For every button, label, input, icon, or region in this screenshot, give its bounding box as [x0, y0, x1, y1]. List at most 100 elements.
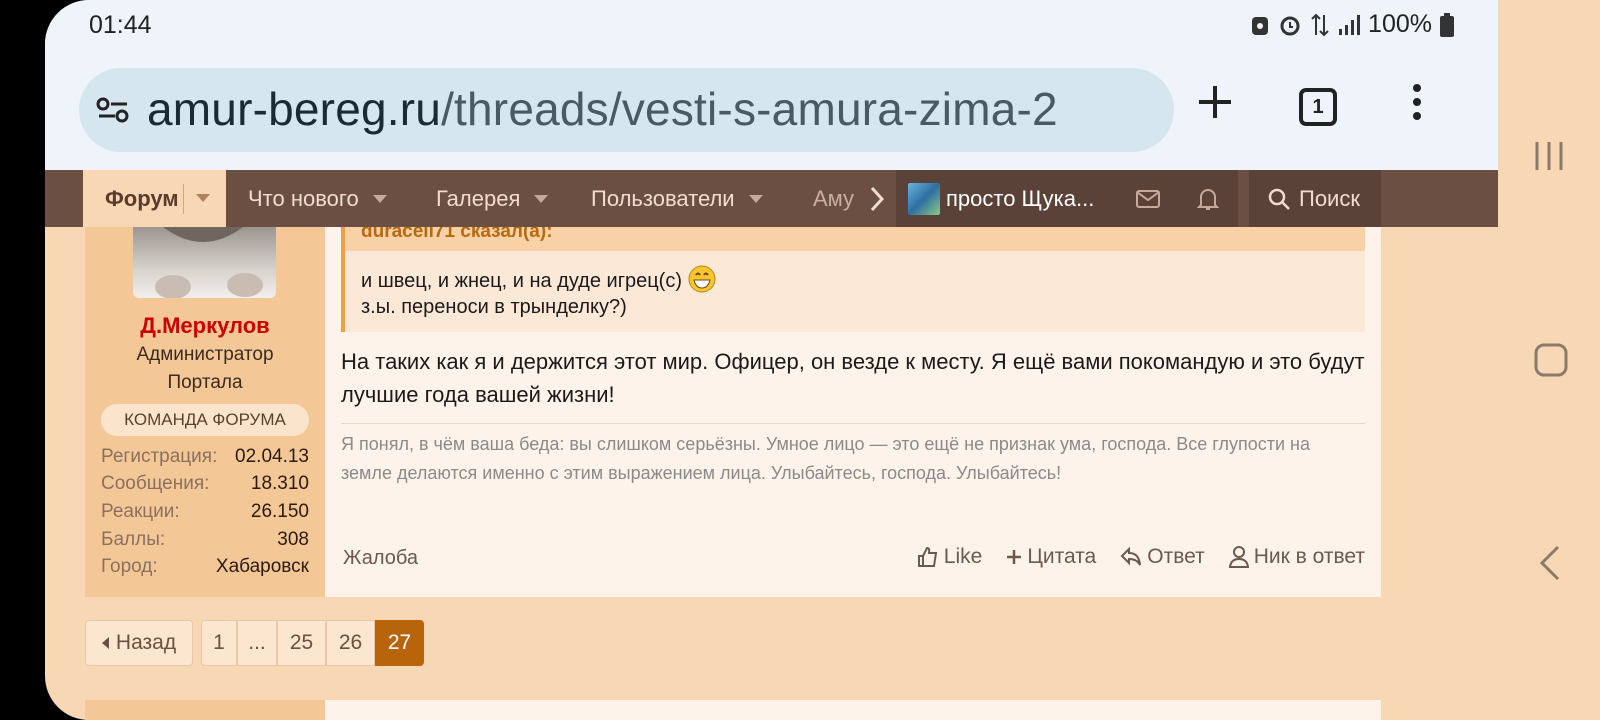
- nav-item-forum[interactable]: Форум: [83, 170, 226, 227]
- stat-row: Сообщения: 18.310: [101, 473, 309, 495]
- stat-value: 18.310: [250, 473, 309, 494]
- reply-label: Ответ: [1147, 545, 1205, 568]
- stat-row: Баллы: 308: [101, 529, 309, 551]
- stat-row: Реакции: 26.150: [101, 501, 309, 523]
- inbox-button[interactable]: [1118, 170, 1178, 227]
- post-user-panel: Д.Меркулов Администратор Портала КОМАНДА…: [85, 227, 325, 597]
- chevron-down-icon[interactable]: [196, 194, 210, 202]
- user-avatar: [908, 182, 940, 215]
- quote-line: и швец, и жнец, и на дуде игрец(с): [361, 265, 716, 293]
- lock-icon: [1252, 16, 1269, 35]
- like-button[interactable]: Like: [917, 545, 983, 569]
- pagination: Назад 1 ... 25 26 27: [85, 620, 424, 666]
- back-icon[interactable]: [1538, 545, 1562, 581]
- site-settings-icon[interactable]: [95, 94, 131, 126]
- stat-label: Город:: [101, 556, 158, 577]
- user-name: просто Щука...: [946, 185, 1095, 211]
- user-icon: [1228, 546, 1249, 568]
- quote-text: и швец, и жнец, и на дуде игрец(с): [361, 270, 683, 292]
- quote-line: з.ы. переноси в трынделку?): [361, 296, 627, 318]
- alarm-icon: [1280, 16, 1300, 35]
- search-label: Поиск: [1299, 185, 1360, 211]
- post-actions: Like Цитата Ответ Ник в ответ: [917, 545, 1365, 569]
- post-body: duracell71 сказал(а): и швец, и жнец, и …: [325, 227, 1381, 597]
- forum-navigation: Форум Что нового Галерея Пользователи Ам…: [45, 170, 1498, 227]
- user-menu[interactable]: просто Щука...: [896, 170, 1122, 227]
- thumbs-up-icon: [917, 546, 937, 567]
- reply-icon: [1120, 547, 1142, 566]
- chevron-down-icon[interactable]: [534, 194, 549, 203]
- battery-percent: 100%: [1368, 10, 1432, 38]
- prev-page-button[interactable]: Назад: [85, 620, 193, 666]
- nav-item-users[interactable]: Пользователи: [591, 170, 763, 227]
- nav-label: Аму: [813, 185, 855, 211]
- nav-label: Форум: [105, 185, 179, 211]
- next-post-user-panel: [85, 700, 325, 720]
- home-icon[interactable]: [1534, 343, 1568, 377]
- chevron-down-icon[interactable]: [748, 194, 763, 203]
- stat-value: Хабаровск: [215, 556, 309, 577]
- current-page[interactable]: 27: [375, 620, 424, 666]
- quote-block: duracell71 сказал(а): и швец, и жнец, и …: [341, 227, 1365, 332]
- caret-left-icon: [101, 637, 109, 649]
- status-bar: 01:44 100%: [45, 0, 1498, 52]
- system-navigation-bar: [1498, 0, 1600, 720]
- chevron-down-icon[interactable]: [372, 194, 387, 203]
- cat-avatar-image: [155, 227, 263, 298]
- more-menu-icon[interactable]: [1405, 82, 1429, 122]
- url-domain: amur-bereg.ru: [147, 83, 442, 135]
- signal-icon: [1339, 14, 1361, 35]
- search-button[interactable]: Поиск: [1249, 170, 1381, 227]
- page-ellipsis[interactable]: ...: [237, 620, 277, 666]
- reply-button[interactable]: Ответ: [1120, 545, 1205, 569]
- report-link[interactable]: Жалоба: [343, 547, 418, 570]
- mention-label: Ник в ответ: [1253, 545, 1365, 568]
- mention-button[interactable]: Ник в ответ: [1228, 545, 1365, 569]
- signature-divider: [341, 423, 1365, 424]
- user-title-line1: Администратор: [136, 344, 274, 365]
- browser-toolbar: amur-bereg.ru/threads/vesti-s-amura-zima…: [45, 52, 1498, 170]
- new-tab-icon[interactable]: [1195, 82, 1235, 122]
- address-bar[interactable]: amur-bereg.ru/threads/vesti-s-amura-zima…: [79, 68, 1174, 152]
- page-link[interactable]: 25: [277, 620, 326, 666]
- search-icon: [1268, 188, 1290, 210]
- nav-item-gallery[interactable]: Галерея: [436, 170, 549, 227]
- alerts-button[interactable]: [1178, 170, 1238, 227]
- stat-row: Город: Хабаровск: [101, 556, 309, 578]
- post-author[interactable]: Д.Меркулов: [85, 313, 325, 339]
- status-icons: 100%: [1250, 10, 1454, 39]
- avatar[interactable]: [133, 227, 276, 298]
- stat-value: 26.150: [250, 501, 309, 522]
- nav-item-amur[interactable]: Аму: [813, 170, 854, 227]
- page-link[interactable]: 26: [326, 620, 375, 666]
- tab-switcher-button[interactable]: 1: [1299, 88, 1337, 126]
- like-label: Like: [943, 545, 983, 568]
- staff-badge: КОМАНДА ФОРУМА: [101, 404, 309, 436]
- grin-emoji-icon: [688, 265, 716, 293]
- nav-label: Пользователи: [591, 185, 735, 211]
- quote-header[interactable]: duracell71 сказал(а):: [345, 227, 1365, 251]
- nav-item-whats-new[interactable]: Что нового: [248, 170, 387, 227]
- page-link[interactable]: 1: [201, 620, 237, 666]
- stat-label: Реакции:: [101, 501, 180, 522]
- prev-label: Назад: [115, 631, 177, 654]
- quote-label: Цитата: [1027, 545, 1097, 568]
- nav-label: Что нового: [248, 185, 359, 211]
- nav-separator: [183, 184, 184, 214]
- stat-label: Сообщения:: [101, 473, 210, 494]
- stat-label: Баллы:: [101, 529, 166, 550]
- post-message: На таких как я и держится этот мир. Офиц…: [341, 349, 1365, 407]
- phone-screen: 01:44 100% amur-bereg.ru/threads/vesti-s…: [45, 0, 1498, 720]
- url-text[interactable]: amur-bereg.ru/threads/vesti-s-amura-zima…: [147, 82, 1167, 136]
- quote-author: duracell71 сказал(а):: [361, 227, 553, 242]
- clock: 01:44: [89, 11, 152, 39]
- quote-button[interactable]: Цитата: [1006, 545, 1096, 569]
- stat-value: 308: [277, 529, 309, 550]
- chevron-right-icon[interactable]: [867, 184, 887, 214]
- stat-row: Регистрация: 02.04.13: [101, 446, 309, 468]
- nav-label: Галерея: [436, 185, 521, 211]
- envelope-icon: [1136, 189, 1160, 208]
- signature: Я понял, в чём ваша беда: вы слишком сер…: [341, 434, 1310, 483]
- battery-icon: [1440, 12, 1454, 37]
- recent-apps-icon[interactable]: [1534, 140, 1564, 172]
